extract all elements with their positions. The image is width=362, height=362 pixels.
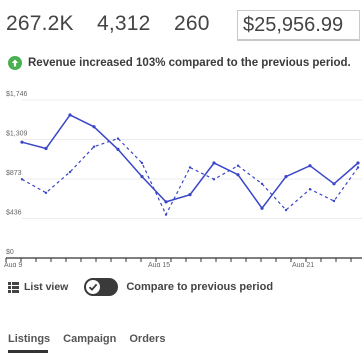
amount-input-underline	[237, 40, 360, 41]
current-period-point	[188, 193, 192, 197]
current-period-point	[332, 182, 336, 186]
stats-row: 267.2K 4,312 260 $25,956.99	[0, 6, 362, 46]
toggle-knob	[86, 280, 101, 294]
current-period-point	[212, 161, 216, 165]
current-period-point	[20, 140, 24, 144]
x-tick-label: Aug 21	[292, 262, 314, 267]
tab-orders[interactable]: Orders	[129, 333, 165, 345]
current-period-point	[284, 174, 288, 179]
previous-period-point	[92, 145, 96, 148]
y-tick-label: $0	[6, 249, 14, 256]
current-period-point	[260, 206, 264, 210]
grid-list-icon	[8, 281, 19, 293]
chart-svg: $1,746 $1,309 $873 $436 $0 Aug 9 Aug 15 Aug 21	[4, 91, 362, 269]
amount-input-value: $25,956.99	[243, 14, 344, 36]
count-b-stat: 260	[174, 12, 210, 35]
tab-listings[interactable]: Listings	[8, 333, 50, 345]
list-view-button[interactable]: List view	[8, 281, 68, 293]
previous-period-point	[236, 164, 240, 167]
y-tick-label: $1,309	[6, 131, 28, 138]
previous-period-point	[116, 137, 120, 140]
current-period-point	[68, 113, 72, 117]
previous-period-point	[356, 166, 360, 169]
list-view-label: List view	[24, 281, 69, 293]
chart-controls: List view Compare to previous period	[8, 276, 273, 298]
current-period-point	[140, 174, 144, 179]
active-tab-indicator	[8, 350, 48, 353]
previous-period-point	[332, 199, 336, 203]
previous-period-point	[212, 178, 216, 181]
notice-text: Revenue increased 103% compared to the p…	[28, 57, 351, 69]
previous-period-point	[164, 213, 168, 216]
previous-period-point	[260, 182, 264, 185]
bottom-tabs: Listings Campaign Orders	[8, 333, 178, 345]
previous-period-point	[44, 191, 48, 195]
previous-period-point	[140, 161, 144, 165]
x-tick-label: Aug 9	[4, 262, 22, 267]
x-tick-label: Aug 15	[148, 262, 170, 267]
previous-period-line	[21, 137, 359, 216]
current-period-point	[116, 147, 120, 152]
tab-campaign[interactable]: Campaign	[63, 333, 116, 345]
revenue-chart: $1,746 $1,309 $873 $436 $0 Aug 9 Aug 15 Aug 21	[0, 82, 362, 269]
previous-period-point	[284, 208, 288, 212]
amount-input[interactable]: $25,956.99	[237, 10, 360, 40]
compare-toggle[interactable]	[84, 278, 119, 296]
y-tick-label: $436	[6, 210, 22, 217]
current-period-point	[356, 161, 360, 165]
current-period-point	[308, 164, 312, 168]
current-period-point	[44, 146, 48, 151]
previous-period-point	[20, 178, 24, 181]
arrow-up-circle-icon	[8, 56, 22, 70]
previous-period-point	[68, 170, 72, 174]
check-icon	[89, 283, 98, 291]
current-period-point	[164, 200, 168, 204]
revenue-notice: Revenue increased 103% compared to the p…	[8, 55, 351, 71]
previous-period-point	[308, 188, 312, 191]
count-a-stat: 4,312	[97, 12, 151, 35]
current-period-point	[92, 125, 96, 129]
revenue-stat: 267.2K	[6, 12, 74, 35]
previous-period-point	[188, 166, 192, 169]
current-period-point	[236, 173, 240, 177]
y-tick-label: $1,746	[6, 91, 28, 98]
compare-label: Compare to previous period	[126, 281, 274, 293]
y-tick-label: $873	[6, 170, 22, 177]
